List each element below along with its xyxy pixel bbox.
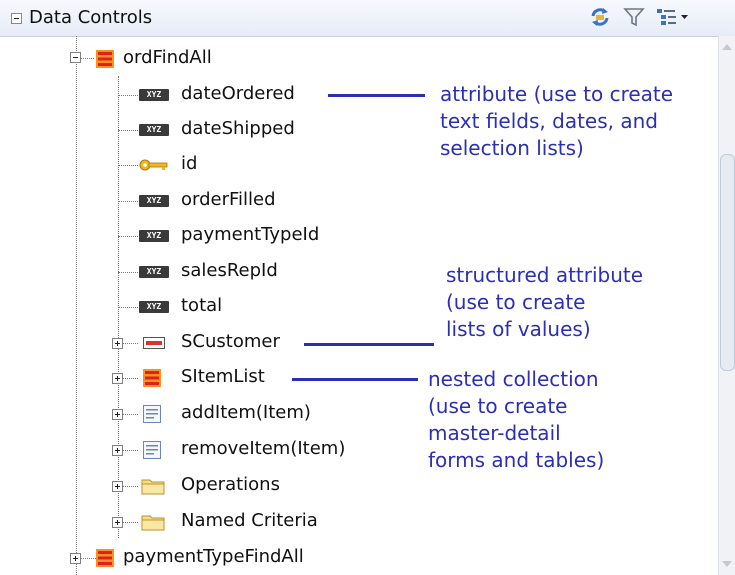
node-label: addItem(Item) [181,402,311,423]
panel-header: Data Controls [0,0,735,37]
tree-options-icon[interactable] [654,5,692,29]
collection-icon [96,50,114,68]
expand-toggle[interactable] [112,373,123,384]
folder-icon [141,515,165,531]
method-icon [143,441,161,459]
attribute-icon: XYZ [139,89,169,101]
node-label: Named Criteria [181,510,318,531]
tree-node-key-attribute[interactable]: id [0,150,400,180]
key-icon [139,159,168,171]
node-label: ordFindAll [123,47,212,68]
tree-node-attribute[interactable]: XYZ total [0,292,400,322]
attribute-icon: XYZ [139,230,169,242]
node-label: total [181,295,223,316]
collection-icon [96,549,114,567]
structured-attribute-icon [143,337,165,349]
expand-toggle[interactable] [112,338,123,349]
data-controls-panel: Data Controls ordFindAll XYZ dateOrdered… [0,0,735,575]
attribute-icon: XYZ [139,195,169,207]
tree-node-attribute[interactable]: XYZ salesRepId [0,257,400,287]
annotation-structured: structured attribute (use to create list… [446,263,644,341]
expand-toggle[interactable] [112,517,123,528]
node-label: SCustomer [181,331,280,352]
node-label: salesRepId [181,260,278,281]
node-label: SItemList [181,366,265,387]
attribute-icon: XYZ [139,301,169,313]
node-label: orderFilled [181,189,276,210]
annotation-connector [328,94,425,97]
scroll-down-icon[interactable] [722,561,732,567]
panel-title: Data Controls [29,7,153,28]
tree-node-attribute[interactable]: XYZ paymentTypeId [0,221,400,251]
expand-toggle[interactable] [70,553,81,564]
expand-toggle[interactable] [112,445,123,456]
vertical-scrollbar[interactable] [718,36,735,575]
tree-node-attribute[interactable]: XYZ dateShipped [0,115,400,145]
node-label: dateOrdered [181,83,295,104]
scroll-up-icon[interactable] [722,44,732,50]
annotation-attribute: attribute (use to create text fields, da… [440,82,674,160]
node-label: paymentTypeFindAll [123,546,304,567]
expand-toggle[interactable] [112,409,123,420]
expand-toggle[interactable] [112,481,123,492]
attribute-icon: XYZ [139,266,169,278]
node-label: paymentTypeId [181,224,320,245]
node-label: Operations [181,474,280,495]
tree-node-named-criteria[interactable]: Named Criteria [0,507,400,537]
tree-node-method[interactable]: addItem(Item) [0,399,400,429]
scrollbar-thumb[interactable] [720,154,735,371]
tree-node-method[interactable]: removeItem(Item) [0,435,400,465]
tree-node-attribute[interactable]: XYZ orderFilled [0,186,400,216]
filter-icon[interactable] [622,5,646,29]
node-label: id [181,153,198,174]
node-label: dateShipped [181,118,295,139]
collapse-panel-icon[interactable] [11,13,22,24]
method-icon [143,405,161,423]
tree-node-paymenttypefindall[interactable]: paymentTypeFindAll [0,543,400,573]
collection-icon [143,369,161,387]
attribute-icon: XYZ [139,124,169,136]
collapse-toggle[interactable] [70,52,81,63]
tree-node-operations[interactable]: Operations [0,471,400,501]
node-label: removeItem(Item) [181,438,346,459]
tree-node-ordfindall[interactable]: ordFindAll [0,44,400,74]
annotation-nested: nested collection (use to create master-… [428,367,605,472]
annotation-connector [304,343,434,346]
folder-icon [141,479,165,495]
refresh-icon[interactable] [586,5,614,29]
annotation-connector [292,378,418,381]
data-controls-tree: ordFindAll XYZ dateOrdered XYZ dateShipp… [0,36,718,575]
